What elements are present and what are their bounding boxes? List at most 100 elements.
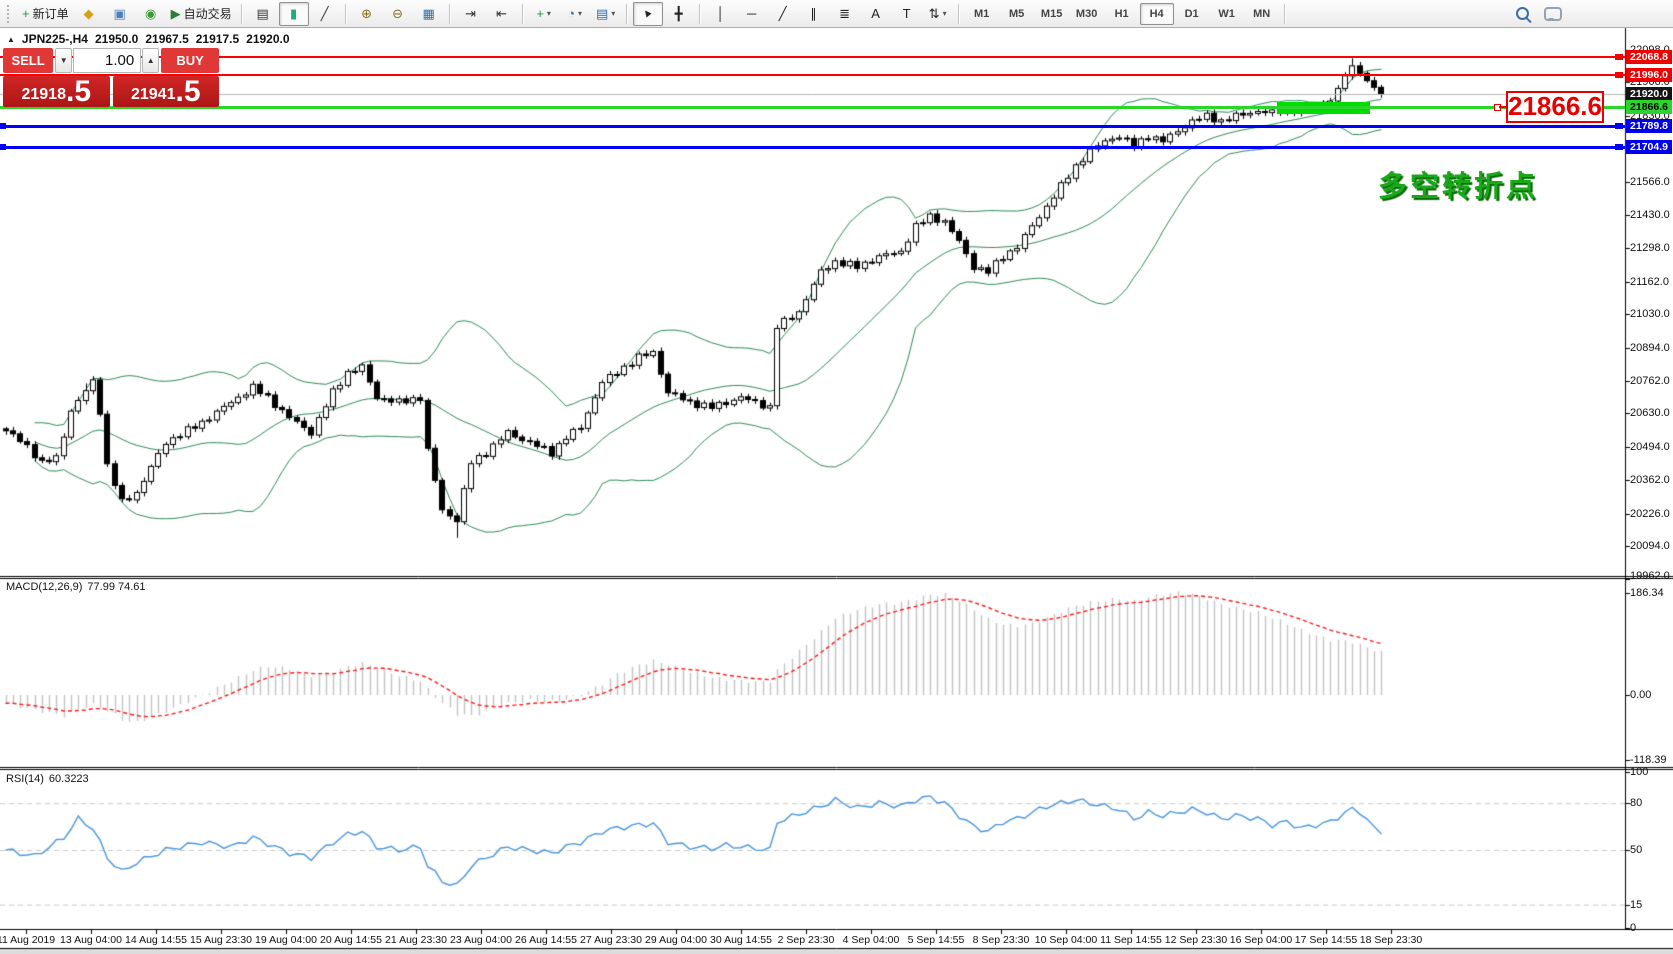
label-tool-button[interactable]: T xyxy=(892,2,922,26)
volume-increase-button[interactable]: ▲ xyxy=(142,48,159,73)
timeframe-button-m30[interactable]: M30 xyxy=(1070,3,1104,25)
price-tag-21866.6: 21866.6 xyxy=(1626,100,1672,114)
search-button[interactable] xyxy=(1507,2,1537,26)
chart-title: ▲ JPN225-,H4 21950.0 21967.5 21917.5 219… xyxy=(7,32,290,46)
horizontal-line-22068.8[interactable] xyxy=(0,56,1625,58)
price-callout-label[interactable]: 21866.6 xyxy=(1506,91,1604,123)
strategy-tester-button[interactable]: ◉ xyxy=(136,2,166,26)
sell-price-fraction: .5 xyxy=(66,78,91,106)
arrows-tool-button[interactable]: ⇅▾ xyxy=(923,2,953,26)
macd-indicator-label: MACD(12,26,9) 77.99 74.61 xyxy=(6,581,146,593)
rsi-tick-label: 0 xyxy=(1630,922,1636,934)
rsi-indicator-label: RSI(14) 60.3223 xyxy=(6,773,89,785)
price-tick-label: 20362.0 xyxy=(1630,474,1670,486)
candlestick-icon: ▮ xyxy=(290,7,297,20)
buy-button[interactable]: BUY xyxy=(161,48,219,73)
periods-button[interactable]: ◔▾ xyxy=(560,2,590,26)
line-handle[interactable] xyxy=(0,144,6,150)
sell-button[interactable]: SELL xyxy=(3,48,53,73)
buy-price-main: 21941 xyxy=(131,84,176,106)
channel-tool-button[interactable]: ∥ xyxy=(799,2,829,26)
toolbar-separator xyxy=(522,4,524,24)
chat-icon xyxy=(1544,7,1562,21)
timeframe-button-h4[interactable]: H4 xyxy=(1140,3,1174,25)
timeframe-button-w1[interactable]: W1 xyxy=(1210,3,1244,25)
auto-trading-button[interactable]: ▶自动交易 xyxy=(167,2,236,26)
cursor-icon: ▲ xyxy=(640,6,655,21)
price-tick-label: 20226.0 xyxy=(1630,508,1670,520)
line-handle[interactable] xyxy=(0,123,6,129)
price-tag-21789.8: 21789.8 xyxy=(1626,119,1672,133)
community-chat-button[interactable] xyxy=(1538,2,1568,26)
toolbar-separator xyxy=(699,4,701,24)
price-tag-21920.0: 21920.0 xyxy=(1626,87,1672,101)
horizontal-line-icon: ─ xyxy=(747,7,756,20)
zoom-out-button[interactable]: ⊖ xyxy=(383,2,413,26)
toolbar-separator xyxy=(1284,4,1286,24)
crosshair-button[interactable]: ╋ xyxy=(664,2,694,26)
indicators-button[interactable]: +▾ xyxy=(529,2,559,26)
tester-icon: ◉ xyxy=(145,7,156,20)
editor-icon: ◆ xyxy=(84,7,94,20)
chart-canvas[interactable] xyxy=(0,0,1673,954)
bar-chart-button[interactable]: ▤ xyxy=(248,2,278,26)
symbol-period: JPN225-,H4 xyxy=(22,32,88,46)
candlestick-chart-button[interactable]: ▮ xyxy=(279,2,309,26)
price-tag-21996.0: 21996.0 xyxy=(1626,68,1672,82)
volume-stepper: ▼ ▲ xyxy=(55,48,159,73)
search-icon xyxy=(1516,7,1529,20)
horizontal-line-tool-button[interactable]: ─ xyxy=(737,2,767,26)
buy-price-fraction: .5 xyxy=(175,78,200,106)
price-tick-label: 21298.0 xyxy=(1630,242,1670,254)
templates-button[interactable]: ▤▾ xyxy=(591,2,621,26)
cursor-button[interactable]: ▲ xyxy=(633,2,663,26)
chart-shift-button[interactable]: ⇤ xyxy=(487,2,517,26)
price-tick-label: 21030.0 xyxy=(1630,308,1670,320)
toolbar-separator xyxy=(345,4,347,24)
vertical-line-tool-button[interactable]: │ xyxy=(706,2,736,26)
sell-price-button[interactable]: 21918 .5 xyxy=(3,76,110,107)
bar-chart-icon: ▤ xyxy=(256,7,268,20)
volume-decrease-button[interactable]: ▼ xyxy=(55,48,72,73)
buy-price-button[interactable]: 21941 .5 xyxy=(113,76,220,107)
timeframe-button-m5[interactable]: M5 xyxy=(1000,3,1034,25)
tile-windows-icon: ▦ xyxy=(422,7,434,20)
editor-button[interactable]: ◆ xyxy=(74,2,104,26)
line-chart-button[interactable]: ╱ xyxy=(310,2,340,26)
rsi-tick-label: 50 xyxy=(1630,844,1642,856)
new-order-icon: + xyxy=(22,7,30,20)
horizontal-line-21996[interactable] xyxy=(0,74,1625,76)
auto-scroll-icon: ⇥ xyxy=(465,7,476,20)
new-order-button[interactable]: +新订单 xyxy=(18,2,73,26)
rsi-name: RSI(14) xyxy=(6,773,44,785)
crosshair-icon: ╋ xyxy=(675,7,683,20)
trendline-tool-button[interactable]: ╱ xyxy=(768,2,798,26)
collapse-icon[interactable]: ▲ xyxy=(7,35,15,44)
horizontal-line-21866.6[interactable] xyxy=(0,106,1625,109)
timeframe-button-m1[interactable]: M1 xyxy=(965,3,999,25)
new-order-button-label: 新订单 xyxy=(33,5,69,22)
turning-point-annotation[interactable]: 多空转折点 xyxy=(1378,163,1538,205)
auto-scroll-button[interactable]: ⇥ xyxy=(456,2,486,26)
fibonacci-tool-button[interactable]: ≣ xyxy=(830,2,860,26)
dropdown-caret-icon: ▾ xyxy=(578,9,582,18)
trendline-icon: ╱ xyxy=(779,7,787,20)
dropdown-caret-icon: ▾ xyxy=(611,9,615,18)
volume-input[interactable] xyxy=(73,48,141,73)
terminal-icon: ▣ xyxy=(113,7,125,20)
timeframe-button-m15[interactable]: M15 xyxy=(1035,3,1069,25)
zoom-in-button[interactable]: ⊕ xyxy=(352,2,382,26)
tile-windows-button[interactable]: ▦ xyxy=(414,2,444,26)
horizontal-line-21789.8[interactable] xyxy=(0,125,1625,128)
timeframe-button-mn[interactable]: MN xyxy=(1245,3,1279,25)
rsi-tick-label: 15 xyxy=(1630,899,1642,911)
timeframe-button-h1[interactable]: H1 xyxy=(1105,3,1139,25)
periods-icon: ◔ xyxy=(567,7,575,20)
rsi-value: 60.3223 xyxy=(49,773,89,785)
zoom-in-icon: ⊕ xyxy=(361,7,372,20)
text-tool-button[interactable]: A xyxy=(861,2,891,26)
macd-tick-label: 0.00 xyxy=(1630,689,1651,701)
terminal-button[interactable]: ▣ xyxy=(105,2,135,26)
timeframe-button-d1[interactable]: D1 xyxy=(1175,3,1209,25)
horizontal-line-21704.9[interactable] xyxy=(0,146,1625,149)
